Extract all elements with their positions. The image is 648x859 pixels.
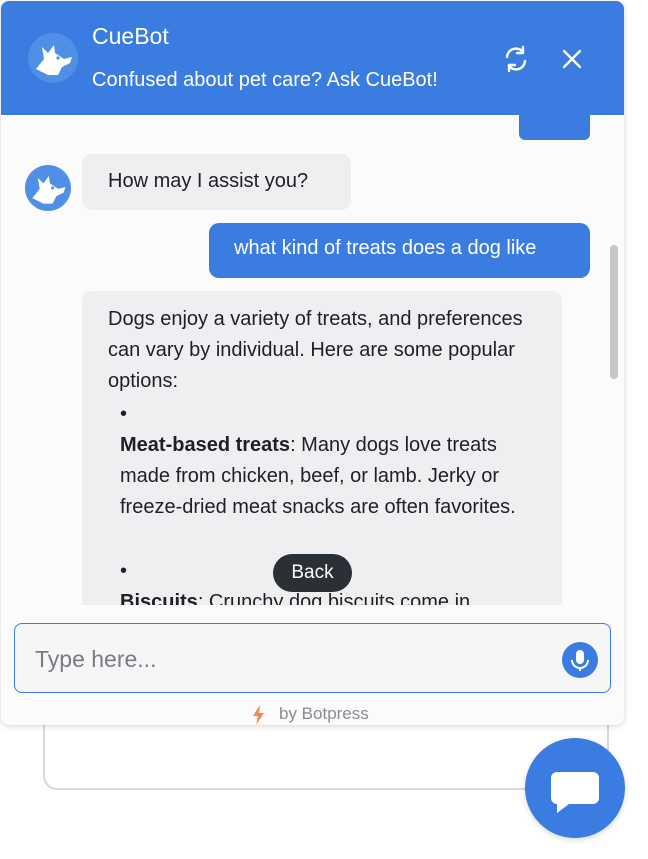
powered-by-text: by Botpress xyxy=(279,704,369,723)
dog-icon xyxy=(28,33,78,83)
message-input[interactable] xyxy=(33,642,537,676)
list-bullet: • xyxy=(120,560,128,582)
chat-header: CueBot Confused about pet care? Ask CueB… xyxy=(1,1,624,115)
scrollbar-thumb[interactable] xyxy=(610,245,618,379)
chat-window: CueBot Confused about pet care? Ask CueB… xyxy=(1,1,624,725)
microphone-icon xyxy=(571,650,589,671)
bot-name: CueBot xyxy=(92,23,169,49)
refresh-button[interactable] xyxy=(501,44,531,74)
bolt-icon xyxy=(253,705,264,725)
previous-user-message xyxy=(519,115,590,140)
close-button[interactable] xyxy=(557,44,587,74)
message-composer xyxy=(14,623,611,693)
bot-reply-intro: Dogs enjoy a variety of treats, and pref… xyxy=(108,308,523,392)
user-message-text: what kind of treats does a dog like xyxy=(234,237,537,259)
bot-message-text: How may I assist you? xyxy=(108,170,309,192)
bot-description: Confused about pet care? Ask CueBot! xyxy=(92,69,438,91)
back-button[interactable]: Back xyxy=(273,554,352,592)
list-item-title: Meat-based treats xyxy=(120,434,291,456)
dog-icon xyxy=(25,165,71,211)
close-icon xyxy=(562,49,582,69)
refresh-icon xyxy=(505,45,527,73)
message-list[interactable]: How may I assist you? what kind of treat… xyxy=(1,115,624,605)
chat-bubble-icon xyxy=(551,772,599,813)
list-item-title: Biscuits xyxy=(120,591,198,605)
user-message: what kind of treats does a dog like xyxy=(209,223,590,278)
chat-launcher-button[interactable] xyxy=(525,738,625,838)
list-item-text: : Crunchy dog biscuits come in xyxy=(197,591,471,605)
list-bullet: • xyxy=(120,403,128,425)
microphone-button[interactable] xyxy=(562,642,598,678)
list-item: Meat-based treats: Many dogs love treats… xyxy=(120,430,540,523)
bot-message: How may I assist you? xyxy=(82,154,351,210)
